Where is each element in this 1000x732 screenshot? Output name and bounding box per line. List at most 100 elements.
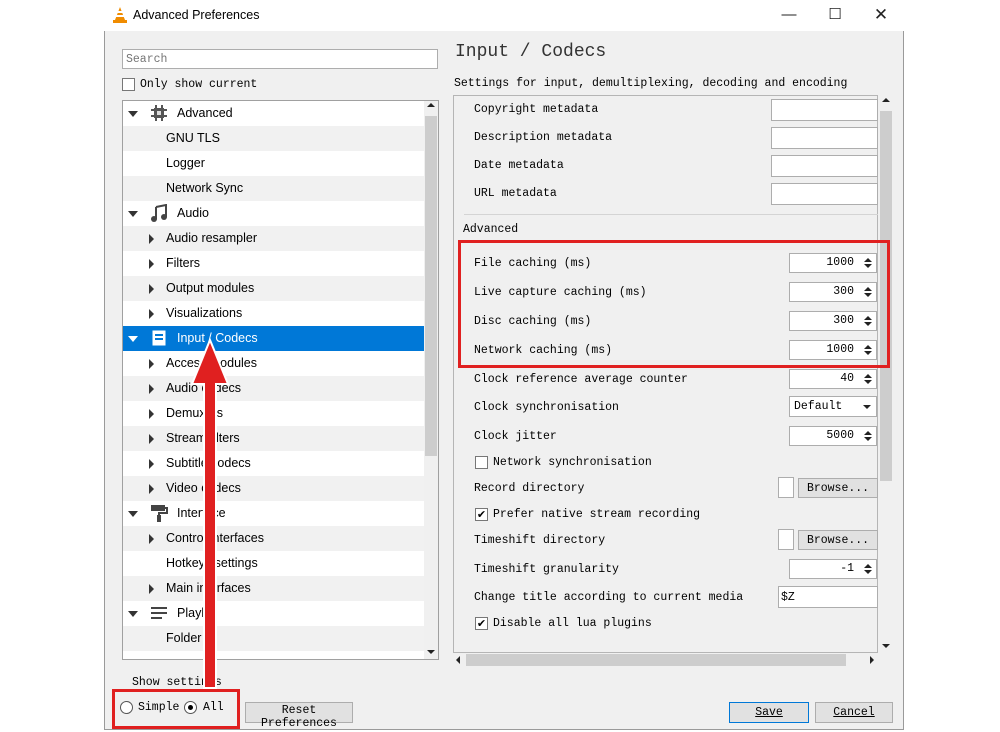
tree-scroll-thumb[interactable]	[425, 116, 437, 456]
expand-arrow-down-icon[interactable]	[128, 111, 138, 117]
clock-jitter-stepper[interactable]	[861, 428, 875, 444]
expand-arrow-right-icon[interactable]	[149, 459, 154, 469]
settings-scroll-left-icon[interactable]	[456, 656, 460, 664]
expand-arrow-right-icon[interactable]	[149, 259, 154, 269]
disable-lua-checkbox[interactable]: ✔	[475, 617, 488, 630]
tree-item-subtitle-codecs[interactable]: Subtitle codecs	[123, 451, 424, 476]
tree-item-demuxers[interactable]: Demuxers	[123, 401, 424, 426]
record-directory-browse-button[interactable]: Browse...	[798, 478, 878, 498]
reset-preferences-button[interactable]: Reset Preferences	[245, 702, 353, 730]
settings-hscroll-thumb[interactable]	[466, 654, 846, 666]
panel-subtitle: Settings for input, demultiplexing, deco…	[454, 77, 848, 90]
clock-sync-label: Clock synchronisation	[474, 401, 619, 414]
tree-item-control-interfaces[interactable]: Control interfaces	[123, 526, 424, 551]
network-sync-checkbox[interactable]	[475, 456, 488, 469]
tree-item-stream-filters[interactable]: Stream filters	[123, 426, 424, 451]
settings-scroll-right-icon[interactable]	[870, 656, 874, 664]
url-metadata-field[interactable]	[771, 183, 878, 205]
timeshift-granularity-value: -1	[840, 562, 854, 575]
disable-lua-label: Disable all lua plugins	[493, 617, 652, 630]
tree-item-hotkeys-settings[interactable]: Hotkeys settings	[123, 551, 424, 576]
url-metadata-label: URL metadata	[474, 187, 557, 200]
expand-arrow-down-icon[interactable]	[128, 611, 138, 617]
expand-arrow-right-icon[interactable]	[149, 309, 154, 319]
expand-arrow-right-icon[interactable]	[149, 434, 154, 444]
expand-arrow-right-icon[interactable]	[149, 409, 154, 419]
expand-arrow-down-icon[interactable]	[128, 211, 138, 217]
tree-item-label: Visualizations	[166, 306, 243, 320]
clock-reference-spinbox[interactable]: 40	[789, 369, 877, 389]
tree-item-visualizations[interactable]: Visualizations	[123, 301, 424, 326]
network-sync-label: Network synchronisation	[493, 456, 652, 469]
record-directory-field[interactable]	[778, 477, 794, 498]
tree-item-gnu-tls[interactable]: GNU TLS	[123, 126, 424, 151]
expand-arrow-right-icon[interactable]	[149, 234, 154, 244]
only-show-current-checkbox[interactable]	[122, 78, 135, 91]
advanced-chip-icon	[150, 104, 168, 122]
tree-item-advanced[interactable]: Advanced	[123, 101, 424, 126]
clock-reference-label: Clock reference average counter	[474, 373, 688, 386]
timeshift-directory-field[interactable]	[778, 529, 794, 550]
change-title-label: Change title according to current media	[474, 591, 744, 604]
tree-item-interface[interactable]: Interface	[123, 501, 424, 526]
only-show-current-label: Only show current	[140, 78, 258, 91]
description-metadata-label: Description metadata	[474, 131, 613, 144]
expand-arrow-right-icon[interactable]	[149, 484, 154, 494]
timeshift-granularity-stepper[interactable]	[861, 561, 875, 577]
tree-item-audio[interactable]: Audio	[123, 201, 424, 226]
timeshift-directory-browse-button[interactable]: Browse...	[798, 530, 878, 550]
save-button[interactable]: Save	[729, 702, 809, 723]
tree-item-folder[interactable]: Folder	[123, 626, 424, 651]
panel-title: Input / Codecs	[455, 42, 607, 62]
tree-item-filters[interactable]: Filters	[123, 251, 424, 276]
clock-sync-value: Default	[794, 400, 843, 413]
clock-sync-dropdown[interactable]: Default	[789, 396, 877, 417]
tree-item-logger[interactable]: Logger	[123, 151, 424, 176]
clock-reference-stepper[interactable]	[861, 371, 875, 387]
tree-item-audio-codecs[interactable]: Audio codecs	[123, 376, 424, 401]
expand-arrow-right-icon[interactable]	[149, 534, 154, 544]
settings-scroll-up-icon[interactable]	[882, 98, 890, 102]
tree-item-label: Audio	[177, 206, 209, 220]
tree-item-video-codecs[interactable]: Video codecs	[123, 476, 424, 501]
description-metadata-field[interactable]	[771, 127, 878, 149]
window-title: Advanced Preferences	[133, 8, 260, 22]
expand-arrow-right-icon[interactable]	[149, 384, 154, 394]
timeshift-granularity-spinbox[interactable]: -1	[789, 559, 877, 579]
date-metadata-field[interactable]	[771, 155, 878, 177]
tree-item-access-modules[interactable]: Access modules	[123, 351, 424, 376]
tree-item-label: Filters	[166, 256, 201, 270]
tree-scroll-down-icon[interactable]	[427, 650, 435, 654]
tree-item-main-interfaces[interactable]: Main interfaces	[123, 576, 424, 601]
tree-item-label: Output modules	[166, 281, 255, 295]
expand-arrow-down-icon[interactable]	[128, 336, 138, 342]
close-icon[interactable]: ✕	[866, 4, 896, 26]
expand-arrow-right-icon[interactable]	[149, 284, 154, 294]
tree-scroll-up-icon[interactable]	[427, 103, 435, 107]
settings-scroll-down-icon[interactable]	[882, 644, 890, 648]
tree-item-input-codecs[interactable]: Input / Codecs	[123, 326, 424, 351]
tree-item-output-modules[interactable]: Output modules	[123, 276, 424, 301]
tree-item-label: Logger	[166, 156, 205, 170]
annotation-arrow-icon	[190, 337, 230, 689]
chevron-down-icon	[863, 405, 871, 409]
change-title-field[interactable]: $Z	[778, 586, 878, 608]
copyright-metadata-label: Copyright metadata	[474, 103, 599, 116]
tree-item-playlist[interactable]: Playlist	[123, 601, 424, 626]
caching-highlight-box	[458, 240, 890, 368]
maximize-icon[interactable]: ☐	[820, 4, 850, 26]
clock-jitter-spinbox[interactable]: 5000	[789, 426, 877, 446]
prefer-native-checkbox[interactable]: ✔	[475, 508, 488, 521]
expand-arrow-right-icon[interactable]	[149, 584, 154, 594]
change-title-value: $Z	[781, 591, 795, 604]
group-divider	[464, 214, 878, 215]
tree-item-network-sync[interactable]: Network Sync	[123, 176, 424, 201]
minimize-icon[interactable]: —	[774, 4, 804, 26]
tree-item-audio-resampler[interactable]: Audio resampler	[123, 226, 424, 251]
cancel-button[interactable]: Cancel	[815, 702, 893, 723]
expand-arrow-right-icon[interactable]	[149, 359, 154, 369]
interface-brush-icon	[150, 504, 168, 522]
search-input[interactable]	[122, 49, 438, 69]
expand-arrow-down-icon[interactable]	[128, 511, 138, 517]
copyright-metadata-field[interactable]	[771, 99, 878, 121]
